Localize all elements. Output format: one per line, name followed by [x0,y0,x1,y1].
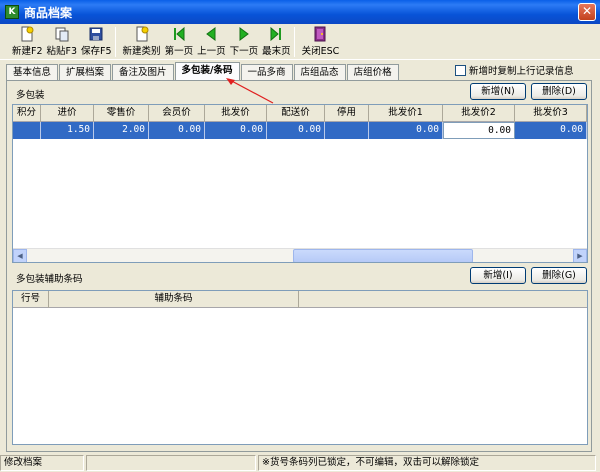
close-button-label: 关闭ESC [301,46,340,57]
tab-basic-info[interactable]: 基本信息 [6,64,59,80]
copy-previous-label: 新增时复制上行记录信息 [469,66,574,77]
new-category-icon [136,26,149,42]
tab-multi-pack-barcode[interactable]: 多包装/条码 [174,62,240,80]
paste-button-label: 粘贴F3 [46,46,78,57]
toolbar-separator [293,27,295,57]
paste-icon [55,27,69,42]
column-header[interactable]: 批发价2 [443,105,515,122]
paste-button[interactable]: 粘贴F3 [46,24,78,58]
status-bar: 修改档案 ※货号条码列已锁定，不可编辑，双击可以解除锁定 [0,455,600,472]
app-icon: K [5,5,19,19]
column-header[interactable]: 配送价 [267,105,325,122]
column-header[interactable]: 批发价1 [369,105,443,122]
table-cell[interactable]: 2.00 [94,122,149,139]
table-cell[interactable]: 0.00 [205,122,267,139]
status-lock-hint: ※货号条码列已锁定，不可编辑，双击可以解除锁定 [258,455,596,471]
next-page-icon [239,27,249,41]
copy-previous-option[interactable]: 新增时复制上行记录信息 [455,63,574,77]
scrollbar-thumb[interactable] [293,249,473,262]
column-header[interactable]: 积分 [13,105,41,122]
first-page-icon [173,26,185,42]
table-cell[interactable]: 0.00 [515,122,587,139]
prev-page-button[interactable]: 上一页 [197,24,226,58]
last-page-button[interactable]: 最末页 [262,24,291,58]
table-cell-editing[interactable]: 0.00 [443,122,515,139]
barcode-delete-button[interactable]: 删除(G) [531,267,587,284]
tab-extended[interactable]: 扩展档案 [59,64,112,80]
toolbar-separator [114,27,116,57]
title-bar: K 商品档案 ✕ [0,0,600,24]
status-middle [86,455,256,471]
tab-strip: 基本信息 扩展档案 备注及图片 多包装/条码 一品多商 店组品态 店组价格 [6,62,400,80]
save-icon [89,27,103,41]
table-cell[interactable]: 0.00 [267,122,325,139]
tab-store-status[interactable]: 店组品态 [293,64,346,80]
close-button[interactable]: 关闭ESC [301,24,340,58]
column-header[interactable]: 进价 [41,105,94,122]
scroll-right-icon[interactable]: ▶ [573,249,587,262]
prev-page-button-label: 上一页 [197,46,226,57]
new-category-button[interactable]: 新建类别 [123,24,161,58]
table-row[interactable]: 1.50 2.00 0.00 0.00 0.00 0.00 0.00 0.00 [13,122,587,139]
save-button-label: 保存F5 [81,46,112,57]
table-cell[interactable]: 0.00 [369,122,443,139]
barcode-add-button[interactable]: 新增(I) [470,267,526,284]
column-header[interactable]: 停用 [325,105,369,122]
new-category-button-label: 新建类别 [122,46,161,57]
barcode-grid-header: 行号 辅助条码 [13,291,587,308]
column-header[interactable]: 辅助条码 [49,291,299,308]
new-button[interactable]: 新建F2 [12,24,43,58]
next-page-button-label: 下一页 [229,46,259,57]
table-cell[interactable]: 0.00 [149,122,205,139]
barcode-grid[interactable]: 行号 辅助条码 [12,290,588,445]
column-header[interactable]: 零售价 [94,105,149,122]
horizontal-scrollbar[interactable]: ◀ ▶ [13,248,587,262]
column-header-filler [299,291,587,308]
multi-pack-add-button[interactable]: 新增(N) [470,83,526,100]
tab-notes-images[interactable]: 备注及图片 [112,64,174,80]
column-header[interactable]: 会员价 [149,105,205,122]
window-title: 商品档案 [24,5,73,20]
scroll-left-icon[interactable]: ◀ [13,249,27,262]
multi-pack-section-label: 多包装 [16,90,45,101]
window-close-button[interactable]: ✕ [578,3,596,21]
copy-previous-checkbox[interactable] [455,64,466,76]
table-cell[interactable] [13,122,41,139]
column-header[interactable]: 行号 [13,291,49,308]
tab-store-price[interactable]: 店组价格 [346,64,399,80]
first-page-button-label: 第一页 [164,46,194,57]
multi-pack-grid[interactable]: 积分 进价 零售价 会员价 批发价 配送价 停用 批发价1 批发价2 批发价3 … [12,104,588,263]
new-doc-icon [21,26,34,42]
prev-page-icon [206,27,216,41]
last-page-icon [270,26,282,42]
next-page-button[interactable]: 下一页 [229,24,259,58]
barcode-section-label: 多包装辅助条码 [16,274,83,285]
multi-pack-grid-header: 积分 进价 零售价 会员价 批发价 配送价 停用 批发价1 批发价2 批发价3 [13,105,587,122]
table-cell[interactable]: 1.50 [41,122,94,139]
column-header[interactable]: 批发价 [205,105,267,122]
status-mode: 修改档案 [0,455,84,471]
tab-multi-supplier[interactable]: 一品多商 [240,64,293,80]
save-button[interactable]: 保存F5 [81,24,112,58]
last-page-button-label: 最末页 [262,46,291,57]
multi-pack-delete-button[interactable]: 删除(D) [531,83,587,100]
first-page-button[interactable]: 第一页 [164,24,194,58]
table-cell[interactable] [325,122,369,139]
new-button-label: 新建F2 [12,46,43,57]
close-door-icon [314,26,326,42]
column-header[interactable]: 批发价3 [515,105,587,122]
toolbar: 新建F2 粘贴F3 保存F5 新建类别 第一页 上一页 下一页 最末页 关闭ES… [0,24,600,60]
